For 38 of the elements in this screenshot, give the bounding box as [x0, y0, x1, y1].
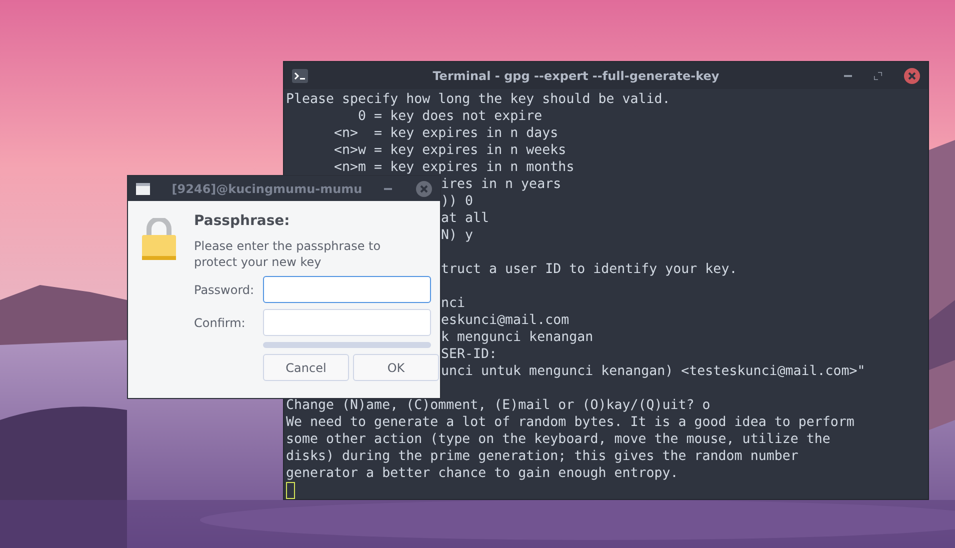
- terminal-line: <n>m = key expires in n months: [333, 160, 574, 175]
- terminal-line: <n>w = key expires in n weeks: [333, 143, 566, 158]
- terminal-line: Change (N)ame, (C)omment, (E)mail or (O)kay/(Q)uit? o: [286, 398, 710, 413]
- terminal-line: truct a user ID to identify your key.: [441, 262, 738, 277]
- terminal-line: generator a better chance to gain enough entropy.: [286, 466, 678, 481]
- terminal-line: ires in n years: [441, 177, 562, 192]
- terminal-line: eskunci@mail.com: [441, 313, 570, 328]
- dialog-heading: Passphrase:: [194, 212, 291, 231]
- cancel-button[interactable]: Cancel: [263, 354, 349, 381]
- terminal-line: We need to generate a lot of random bytes. It is a good idea to perform: [286, 415, 854, 430]
- window-title: [9246]@kucingmumu-mumu: [170, 180, 364, 198]
- minimize-icon[interactable]: [844, 74, 852, 76]
- field-label: Password:: [194, 282, 256, 298]
- field-label: Confirm:: [194, 314, 246, 332]
- terminal-line: some other action (type on the keyboard, move the mouse, utilize the: [286, 432, 830, 447]
- terminal-line: N) y: [441, 228, 474, 243]
- password-field[interactable]: [263, 276, 431, 303]
- terminal-icon: [292, 68, 308, 82]
- terminal-line: k mengunci kenangan: [441, 330, 594, 345]
- lock-icon: [142, 218, 176, 260]
- text-cursor: [286, 482, 295, 499]
- terminal-line: SER-ID:: [441, 347, 498, 362]
- terminal-line: 0 = key does not expire: [357, 109, 542, 124]
- close-icon[interactable]: [904, 68, 920, 84]
- terminal-line: disks) during the prime generation; this gives the random number: [286, 449, 798, 464]
- dialog-message: Please enter the passphrase to protect your new key: [194, 238, 382, 270]
- minimize-icon[interactable]: [384, 188, 392, 190]
- close-icon[interactable]: [416, 180, 432, 196]
- terminal-line: <n> = key expires in n days: [333, 126, 558, 141]
- terminal-line: nci: [441, 296, 466, 311]
- terminal-line: Please specify how long the key should be valid.: [286, 92, 670, 107]
- terminal-line: unci untuk mengunci kenangan) <testeskunci@mail.com>": [441, 364, 866, 379]
- terminal-line: at all: [441, 211, 490, 226]
- ok-button[interactable]: OK: [353, 354, 439, 381]
- maximize-icon[interactable]: [874, 72, 882, 80]
- window-icon: [136, 182, 150, 194]
- window-title: Terminal - gpg --expert --full-generate-key: [432, 68, 720, 84]
- terminal-line: )) 0: [441, 194, 474, 209]
